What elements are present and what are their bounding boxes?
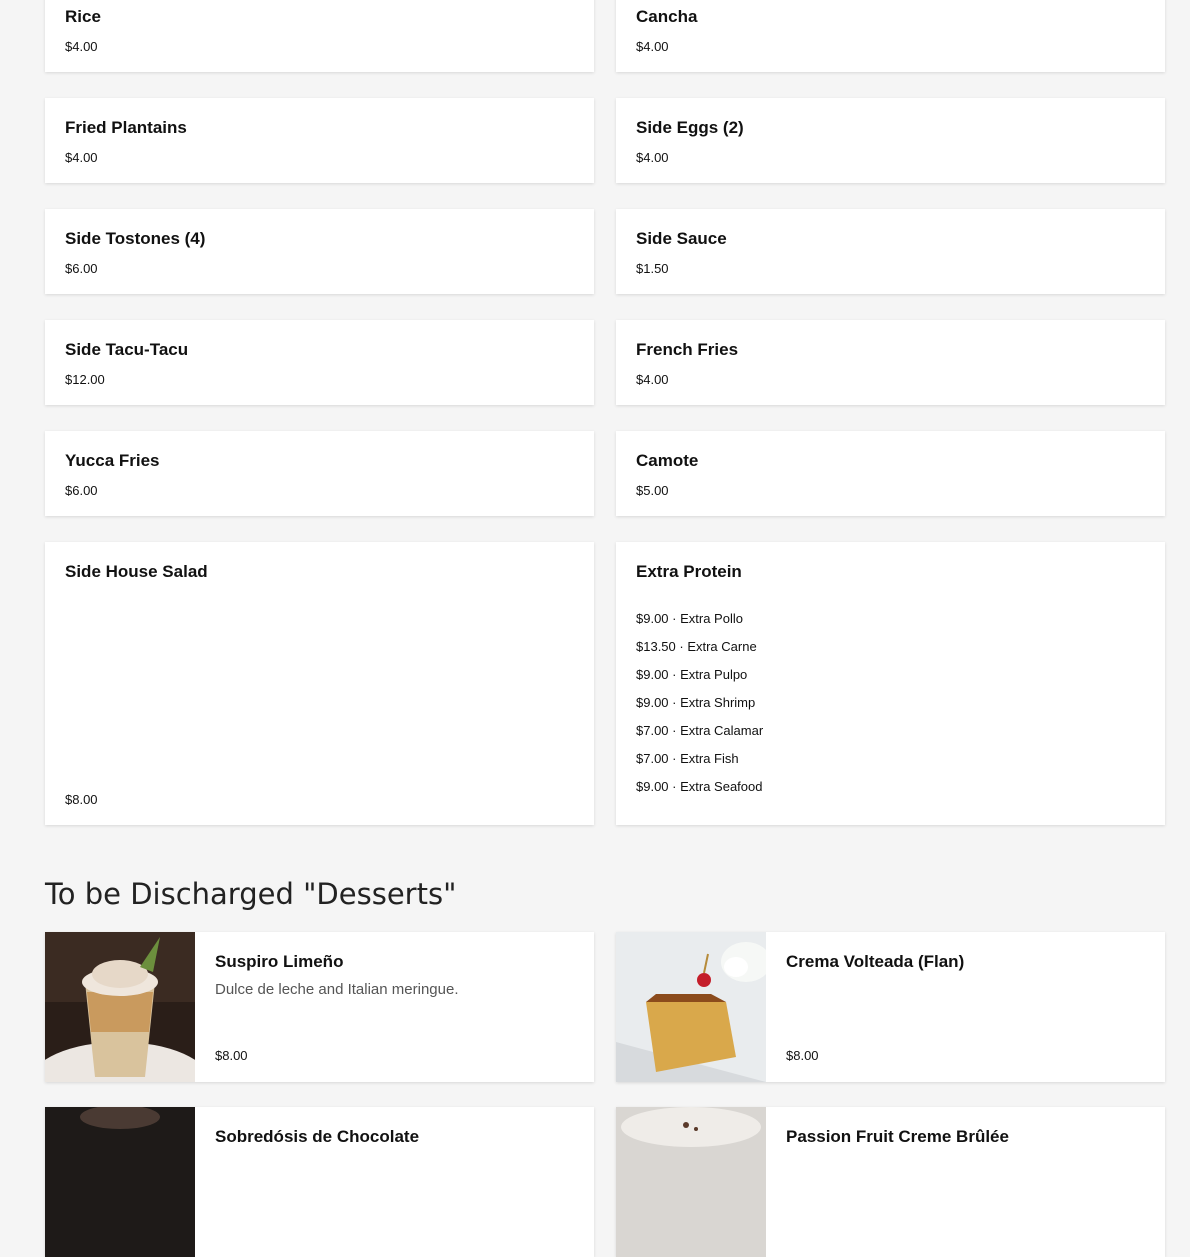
menu-item-card[interactable]: Side Eggs (2) $4.00 (616, 98, 1165, 183)
menu-item-card[interactable]: Cancha $4.00 (616, 0, 1165, 72)
item-price: $8.00 (65, 792, 98, 807)
menu-item-card[interactable]: Rice $4.00 (45, 0, 594, 72)
menu-item-card[interactable]: Side Tostones (4) $6.00 (45, 209, 594, 294)
menu-item-card[interactable]: Side Tacu-Tacu $12.00 (45, 320, 594, 405)
menu-item-card[interactable]: Side Sauce $1.50 (616, 209, 1165, 294)
item-name: Yucca Fries (65, 451, 160, 470)
item-name: Side Tacu-Tacu (65, 340, 189, 359)
item-price: $4.00 (636, 150, 669, 165)
item-description: Dulce de leche and Italian meringue. (215, 981, 459, 998)
protein-option[interactable]: $7.00 · Extra Calamar (636, 723, 763, 738)
item-name: Sobredósis de Chocolate (215, 1127, 420, 1146)
item-name: Side Sauce (636, 229, 727, 248)
item-name: French Fries (636, 340, 739, 359)
protein-option[interactable]: $9.00 · Extra Pulpo (636, 667, 747, 682)
item-name: Passion Fruit Creme Brûlée (786, 1127, 1009, 1146)
item-name: Extra Protein (636, 562, 742, 581)
item-name: Side House Salad (65, 562, 208, 581)
item-name: Suspiro Limeño (215, 952, 344, 971)
item-price: $5.00 (636, 483, 669, 498)
item-price: $6.00 (65, 261, 98, 276)
item-name: Crema Volteada (Flan) (786, 952, 965, 971)
item-price: $12.00 (65, 372, 105, 387)
dessert-photo (616, 1107, 766, 1257)
item-name: Camote (636, 451, 699, 470)
dessert-card[interactable]: Sobredósis de Chocolate (45, 1107, 594, 1257)
protein-option[interactable]: $9.00 · Extra Shrimp (636, 695, 755, 710)
dessert-photo (45, 1107, 195, 1257)
extra-protein-card[interactable]: Extra Protein $9.00 · Extra Pollo $13.50… (616, 542, 1165, 825)
item-name: Side Tostones (4) (65, 229, 206, 248)
item-name: Cancha (636, 7, 698, 26)
item-price: $6.00 (65, 483, 98, 498)
item-price: $8.00 (786, 1048, 819, 1063)
dessert-card[interactable]: Passion Fruit Creme Brûlée (616, 1107, 1165, 1257)
dessert-card[interactable]: Crema Volteada (Flan) $8.00 (616, 932, 1165, 1082)
item-name: Rice (65, 7, 101, 26)
dessert-photo (45, 932, 195, 1082)
protein-option[interactable]: $7.00 · Extra Fish (636, 751, 739, 766)
item-price: $4.00 (636, 39, 669, 54)
menu-item-card[interactable]: French Fries $4.00 (616, 320, 1165, 405)
item-price: $1.50 (636, 261, 669, 276)
protein-option[interactable]: $9.00 · Extra Pollo (636, 611, 743, 626)
protein-option[interactable]: $9.00 · Extra Seafood (636, 779, 762, 794)
menu-item-card[interactable]: Side House Salad $8.00 (45, 542, 594, 825)
dessert-card[interactable]: Suspiro Limeño Dulce de leche and Italia… (45, 932, 594, 1082)
section-title: To be Discharged "Desserts" (45, 877, 457, 911)
item-price: $4.00 (636, 372, 669, 387)
protein-option[interactable]: $13.50 · Extra Carne (636, 639, 757, 654)
item-name: Side Eggs (2) (636, 118, 744, 137)
dessert-photo (616, 932, 766, 1082)
item-price: $4.00 (65, 150, 98, 165)
item-price: $4.00 (65, 39, 98, 54)
menu-item-card[interactable]: Camote $5.00 (616, 431, 1165, 516)
menu-item-card[interactable]: Yucca Fries $6.00 (45, 431, 594, 516)
menu-item-card[interactable]: Fried Plantains $4.00 (45, 98, 594, 183)
item-price: $8.00 (215, 1048, 248, 1063)
item-name: Fried Plantains (65, 118, 187, 137)
